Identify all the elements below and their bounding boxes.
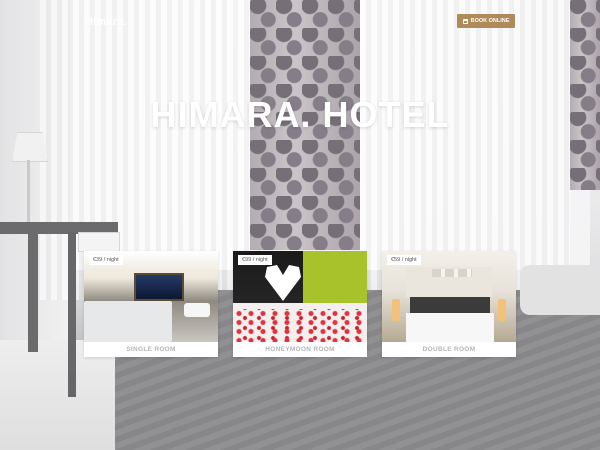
room-card-single[interactable]: €39 / night SINGLE ROOM	[84, 251, 218, 357]
room-price-badge: €39 / night	[89, 255, 123, 265]
room-name[interactable]: DOUBLE ROOM	[382, 342, 516, 357]
room-name[interactable]: HONEYMOON ROOM	[233, 342, 367, 357]
room-price-badge: €59 / night	[387, 255, 421, 265]
room-name[interactable]: SINGLE ROOM	[84, 342, 218, 357]
room-card-double[interactable]: €59 / night DOUBLE ROOM	[382, 251, 516, 357]
book-online-button[interactable]: BOOK ONLINE	[457, 14, 515, 28]
room-price-badge: €99 / night	[238, 255, 272, 265]
site-logo[interactable]: Himara.	[85, 16, 127, 28]
hero-title: HIMARA. HOTEL	[150, 94, 450, 135]
room-card-honeymoon[interactable]: €99 / night HONEYMOON ROOM	[233, 251, 367, 357]
background-overlay	[0, 0, 600, 450]
book-online-label: BOOK ONLINE	[470, 18, 510, 24]
hero-section: Himara. BOOK ONLINE HIMARA. HOTEL €39 / …	[0, 0, 600, 450]
calendar-icon	[462, 18, 468, 24]
